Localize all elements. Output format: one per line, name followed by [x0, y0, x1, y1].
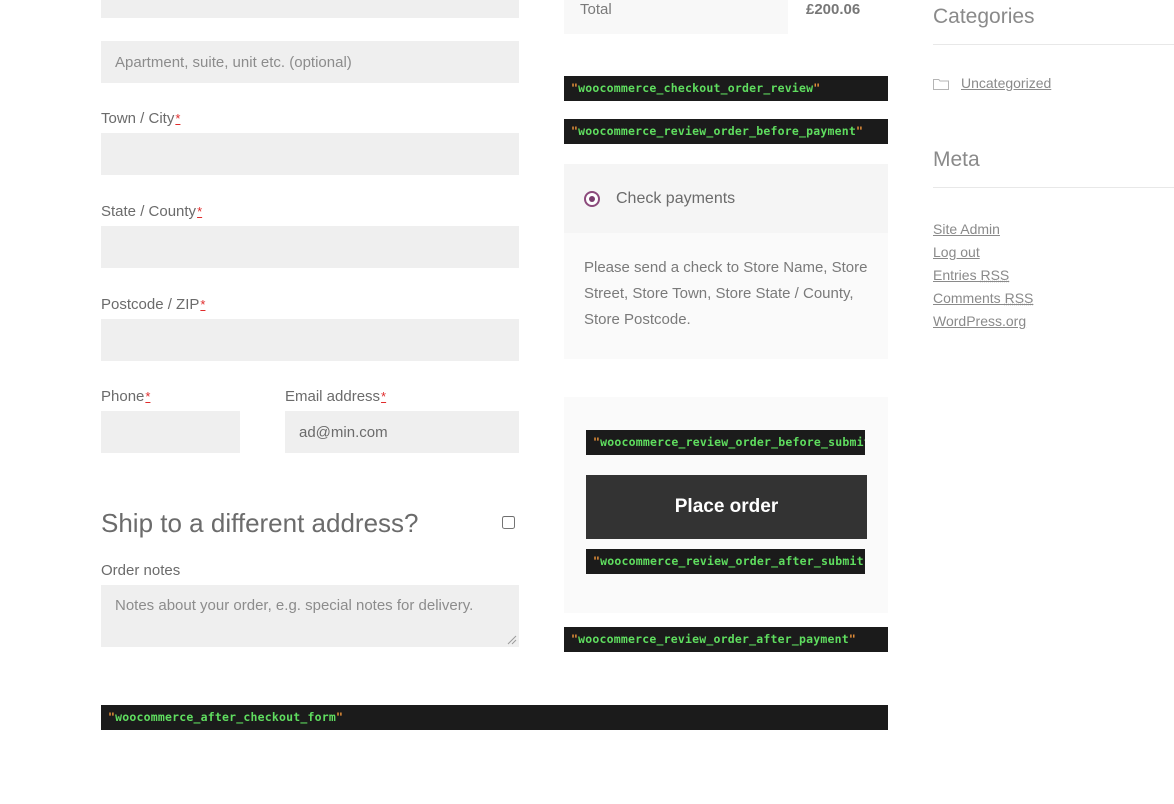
phone-label: Phone*: [101, 387, 240, 407]
required-asterisk: *: [381, 389, 387, 404]
ship-to-different-address-title: Ship to a different address?: [101, 508, 419, 538]
order-notes-textarea[interactable]: [101, 585, 519, 647]
list-item: WordPress.org: [933, 310, 1033, 333]
hook-label-review-order-after-submit: "woocommerce_review_order_after_submit": [593, 554, 865, 568]
divider: [933, 187, 1174, 188]
sidebar-item-site-admin[interactable]: Site Admin: [933, 221, 1000, 237]
email-field: Email address*: [285, 387, 519, 453]
required-asterisk: *: [197, 204, 203, 219]
email-label-text: Email address: [285, 388, 381, 405]
town-city-input[interactable]: [101, 133, 519, 175]
state-county-field: State / County*: [101, 202, 519, 268]
table-row: Total £200.06: [564, 0, 888, 34]
list-item: Entries RSS: [933, 264, 1033, 287]
payment-methods-box: Check payments Please send a check to St…: [564, 164, 888, 359]
email-input[interactable]: [285, 411, 519, 453]
widget-categories: Categories: [933, 3, 1174, 45]
hook-bar-after-checkout-form: "woocommerce_after_checkout_form": [101, 705, 888, 730]
divider: [933, 44, 1174, 45]
list-item: Uncategorized: [933, 72, 1051, 94]
payment-method-check-payments[interactable]: Check payments: [564, 164, 888, 233]
postcode-zip-label: Postcode / ZIP*: [101, 295, 519, 315]
hook-bar-checkout-order-review: "woocommerce_checkout_order_review": [564, 76, 888, 101]
hook-label-review-order-before-payment: "woocommerce_review_order_before_payment…: [571, 124, 864, 138]
hook-bar-review-order-before-payment: "woocommerce_review_order_before_payment…: [564, 119, 888, 144]
widget-meta-title: Meta: [933, 148, 980, 171]
order-notes-field: Order notes: [101, 561, 519, 647]
sidebar-item-comments-rss[interactable]: Comments RSS: [933, 290, 1033, 306]
order-notes-label: Order notes: [101, 562, 181, 579]
list-item: Comments RSS: [933, 287, 1033, 310]
place-order-button[interactable]: Place order: [586, 475, 867, 539]
hook-label-checkout-order-review: "woocommerce_checkout_order_review": [571, 81, 821, 95]
town-city-label-text: Town / City: [101, 110, 175, 127]
radio-selected-icon[interactable]: [584, 190, 600, 207]
postcode-zip-input[interactable]: [101, 319, 519, 361]
email-label: Email address*: [285, 387, 519, 407]
hook-bar-review-order-after-submit: "woocommerce_review_order_after_submit": [586, 549, 865, 574]
widget-categories-title: Categories: [933, 5, 1035, 28]
town-city-label: Town / City*: [101, 109, 519, 129]
order-total-label: Total: [564, 0, 788, 34]
place-order-section: "woocommerce_review_order_before_submit"…: [564, 397, 888, 613]
town-city-field: Town / City*: [101, 109, 519, 175]
phone-label-text: Phone: [101, 388, 145, 405]
payment-method-label: Check payments: [616, 189, 736, 207]
sidebar-item-wordpress-org[interactable]: WordPress.org: [933, 313, 1026, 329]
payment-method-description: Please send a check to Store Name, Store…: [564, 233, 888, 359]
folder-icon: [933, 78, 949, 90]
sidebar-item-entries-rss[interactable]: Entries RSS: [933, 267, 1009, 283]
postcode-zip-label-text: Postcode / ZIP: [101, 296, 200, 313]
order-totals-table: Total £200.06: [564, 0, 888, 34]
ship-to-different-address-checkbox[interactable]: [502, 516, 515, 529]
hook-label-after-checkout-form: "woocommerce_after_checkout_form": [108, 710, 344, 724]
hook-bar-review-order-after-payment: "woocommerce_review_order_after_payment": [564, 627, 888, 652]
hook-label-review-order-after-payment: "woocommerce_review_order_after_payment": [571, 632, 856, 646]
address-line-2-field: [101, 41, 519, 83]
address-line-2-input[interactable]: [101, 41, 519, 83]
state-county-input[interactable]: [101, 226, 519, 268]
phone-field: Phone*: [101, 387, 240, 453]
phone-input[interactable]: [101, 411, 240, 453]
sidebar-item-log-out[interactable]: Log out: [933, 244, 980, 260]
order-total-value: £200.06: [788, 0, 888, 34]
state-county-label: State / County*: [101, 202, 519, 222]
sidebar-item-uncategorized[interactable]: Uncategorized: [961, 72, 1051, 94]
ship-to-different-address-header: Ship to a different address?: [101, 505, 519, 545]
meta-list: Site Admin Log out Entries RSS Comments …: [933, 218, 1033, 333]
address-line-1-input[interactable]: [101, 0, 519, 18]
required-asterisk: *: [145, 389, 151, 404]
widget-meta: Meta: [933, 146, 1174, 188]
hook-bar-review-order-before-submit: "woocommerce_review_order_before_submit": [586, 430, 865, 455]
state-county-label-text: State / County: [101, 203, 197, 220]
required-asterisk: *: [175, 111, 181, 126]
list-item: Site Admin: [933, 218, 1033, 241]
list-item: Log out: [933, 241, 1033, 264]
categories-list: Uncategorized: [933, 72, 1051, 94]
hook-label-review-order-before-submit: "woocommerce_review_order_before_submit": [593, 435, 865, 449]
postcode-zip-field: Postcode / ZIP*: [101, 295, 519, 361]
required-asterisk: *: [200, 297, 206, 312]
